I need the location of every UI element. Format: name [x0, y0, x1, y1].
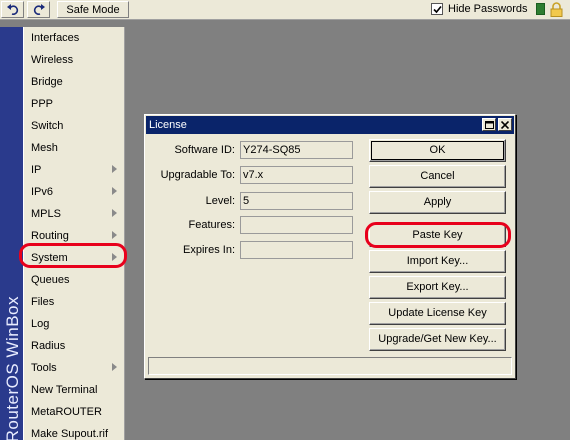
maximize-button[interactable]: [482, 118, 496, 131]
menu-item-label: Make Supout.rif: [31, 428, 109, 440]
cancel-button[interactable]: Cancel: [369, 165, 506, 188]
menu-item-system[interactable]: System: [31, 247, 123, 269]
menu-item-label: New Terminal: [31, 384, 98, 396]
redo-button[interactable]: [27, 1, 50, 18]
lock-icon: [550, 2, 563, 17]
menu-item-label: Queues: [31, 274, 70, 286]
undo-button[interactable]: [1, 1, 24, 18]
update-license-key-button[interactable]: Update License Key: [369, 302, 506, 325]
menu-item-wireless[interactable]: Wireless: [31, 49, 123, 71]
menu-item-tools[interactable]: Tools: [31, 357, 123, 379]
dialog-titlebar[interactable]: License: [146, 116, 514, 134]
close-button[interactable]: [498, 118, 512, 131]
close-icon: [501, 120, 509, 129]
menu-item-routing[interactable]: Routing: [31, 225, 123, 247]
software-id-field: Y274-SQ85: [240, 141, 353, 159]
menu-item-label: Switch: [31, 120, 64, 132]
menu-item-metarouter[interactable]: MetaROUTER: [31, 401, 123, 423]
safe-mode-button[interactable]: Safe Mode: [57, 1, 129, 18]
features-label: Features:: [188, 219, 235, 231]
menu-item-label: System: [31, 252, 68, 264]
menu-item-ip[interactable]: IP: [31, 159, 123, 181]
apply-button[interactable]: Apply: [369, 191, 506, 214]
submenu-arrow-icon: [112, 165, 117, 173]
dialog-status-bar: [148, 357, 512, 375]
dialog-title: License: [149, 119, 187, 131]
upgradable-to-field: v7.x: [240, 166, 353, 184]
menu-item-ipv6[interactable]: IPv6: [31, 181, 123, 203]
import-key-button[interactable]: Import Key...: [369, 250, 506, 273]
menu-item-label: Bridge: [31, 76, 63, 88]
menu-item-radius[interactable]: Radius: [31, 335, 123, 357]
menu-item-label: MetaROUTER: [31, 406, 102, 418]
menu-item-mpls[interactable]: MPLS: [31, 203, 123, 225]
upgrade-get-new-key-button[interactable]: Upgrade/Get New Key...: [369, 328, 506, 351]
menu-item-label: Files: [31, 296, 55, 308]
hide-passwords-label[interactable]: Hide Passwords: [448, 3, 527, 15]
connection-status-icon: [536, 3, 545, 15]
brand-strip: RouterOS WinBox: [0, 27, 23, 440]
menu-item-ppp[interactable]: PPP: [31, 93, 123, 115]
submenu-arrow-icon: [112, 253, 117, 261]
submenu-arrow-icon: [112, 209, 117, 217]
menu-item-label: IPv6: [31, 186, 54, 198]
undo-icon: [6, 4, 18, 15]
menu-item-label: Mesh: [31, 142, 58, 154]
checkmark-icon: [432, 5, 442, 13]
level-field: 5: [240, 192, 353, 210]
menu-item-switch[interactable]: Switch: [31, 115, 123, 137]
redo-icon: [33, 4, 45, 15]
menu-item-label: IP: [31, 164, 42, 176]
menu-item-label: Radius: [31, 340, 66, 352]
menu-item-files[interactable]: Files: [31, 291, 123, 313]
upgradable-to-label: Upgradable To:: [160, 169, 235, 181]
menu-item-label: MPLS: [31, 208, 61, 220]
menu-item-mesh[interactable]: Mesh: [31, 137, 123, 159]
menu-item-log[interactable]: Log: [31, 313, 123, 335]
hide-passwords-checkbox[interactable]: [431, 3, 443, 15]
ok-button[interactable]: OK: [369, 139, 506, 162]
submenu-arrow-icon: [112, 187, 117, 195]
paste-key-button[interactable]: Paste Key: [369, 224, 506, 247]
maximize-icon: [484, 120, 494, 129]
submenu-arrow-icon: [112, 363, 117, 371]
menu-item-label: Tools: [31, 362, 57, 374]
menu-item-make-supout-rif[interactable]: Make Supout.rif: [31, 423, 123, 440]
features-field: [240, 216, 353, 234]
software-id-label: Software ID:: [174, 144, 235, 156]
menu-item-label: PPP: [31, 98, 54, 110]
expires-in-label: Expires In:: [183, 244, 235, 256]
menu-item-new-terminal[interactable]: New Terminal: [31, 379, 123, 401]
menu-item-label: Log: [31, 318, 50, 330]
export-key-button[interactable]: Export Key...: [369, 276, 506, 299]
main-toolbar: Safe Mode Hide Passwords: [0, 0, 570, 20]
menu-item-queues[interactable]: Queues: [31, 269, 123, 291]
menu-item-interfaces[interactable]: Interfaces: [31, 27, 123, 49]
side-menu: Interfaces Wireless Bridge PPP Switch Mesh IP I…: [23, 27, 125, 440]
menu-item-label: Routing: [31, 230, 69, 242]
menu-item-label: Wireless: [31, 54, 74, 66]
license-dialog: License Software ID: Y274-SQ85 Upgradable …: [144, 114, 516, 379]
level-label: Level:: [205, 195, 235, 207]
menu-item-bridge[interactable]: Bridge: [31, 71, 123, 93]
brand-text: RouterOS WinBox: [3, 295, 22, 440]
expires-in-field: [240, 241, 353, 259]
menu-item-label: Interfaces: [31, 32, 80, 44]
submenu-arrow-icon: [112, 231, 117, 239]
